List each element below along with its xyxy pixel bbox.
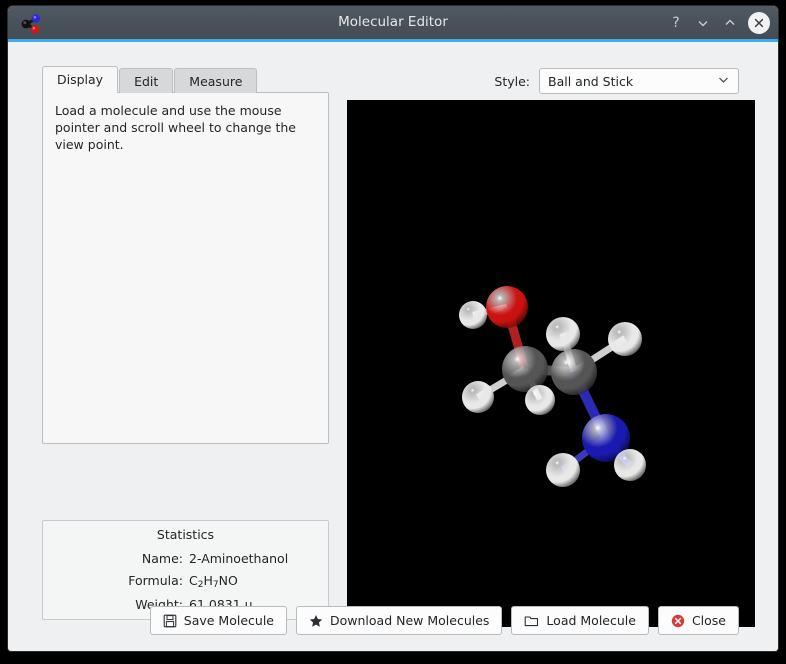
star-icon [309, 614, 323, 628]
instruction-text: Load a molecule and use the mouse pointe… [55, 103, 296, 152]
window-body: Display Edit Measure Load a molecule and… [8, 42, 778, 648]
style-selector-row: Style: Ball and Stick [494, 68, 739, 94]
action-button-bar: Save Molecule Download New Molecules Loa… [8, 606, 778, 635]
window-controls: ? [664, 6, 770, 39]
save-icon [163, 614, 177, 628]
name-label: Name: [141, 551, 183, 566]
tab-display[interactable]: Display [42, 66, 119, 93]
style-dropdown[interactable]: Ball and Stick [539, 68, 739, 94]
style-dropdown-value: Ball and Stick [548, 73, 634, 89]
close-button-label: Close [691, 613, 726, 628]
close-icon[interactable] [748, 11, 770, 34]
chevron-down-icon[interactable] [691, 11, 715, 35]
chevron-up-icon[interactable] [718, 11, 742, 35]
chevron-down-icon [717, 73, 730, 89]
atom-o [486, 286, 528, 328]
atom-h [546, 453, 580, 487]
statistics-panel: Statistics Name: 2-Aminoethanol Formula:… [42, 520, 329, 620]
statistics-row-formula: Formula: C2H7NO [43, 573, 328, 590]
atom-h [614, 449, 646, 481]
help-icon[interactable]: ? [664, 11, 688, 35]
tab-section: Display Edit Measure Load a molecule and… [42, 66, 329, 444]
atom-h [546, 317, 580, 351]
download-new-molecules-label: Download New Molecules [330, 613, 490, 628]
load-molecule-button[interactable]: Load Molecule [511, 606, 649, 635]
load-molecule-label: Load Molecule [546, 613, 636, 628]
statistics-row-name: Name: 2-Aminoethanol [43, 551, 328, 566]
atom-h [608, 322, 642, 356]
molecule-viewport[interactable] [347, 100, 755, 627]
application-window: Molecular Editor ? Display Edit Measure [8, 6, 778, 651]
atom-h [462, 381, 494, 413]
window-title: Molecular Editor [338, 14, 448, 30]
folder-icon [524, 614, 539, 628]
tab-strip: Display Edit Measure [42, 66, 329, 93]
display-tab-panel: Load a molecule and use the mouse pointe… [42, 92, 329, 444]
atom-h [459, 301, 487, 329]
close-button[interactable]: Close [657, 606, 739, 635]
save-molecule-button[interactable]: Save Molecule [149, 606, 287, 635]
formula-value: C2H7NO [189, 573, 238, 590]
save-molecule-label: Save Molecule [183, 613, 274, 628]
title-bar: Molecular Editor ? [8, 6, 778, 42]
tab-edit[interactable]: Edit [119, 68, 174, 93]
tab-measure[interactable]: Measure [174, 68, 258, 93]
formula-label: Formula: [128, 573, 183, 588]
download-new-molecules-button[interactable]: Download New Molecules [296, 606, 503, 635]
name-value: 2-Aminoethanol [189, 551, 289, 566]
atom-c [551, 349, 597, 395]
style-label: Style: [494, 73, 530, 89]
statistics-title: Statistics [156, 527, 215, 542]
close-circle-icon [671, 614, 685, 628]
atom-h [525, 385, 555, 415]
